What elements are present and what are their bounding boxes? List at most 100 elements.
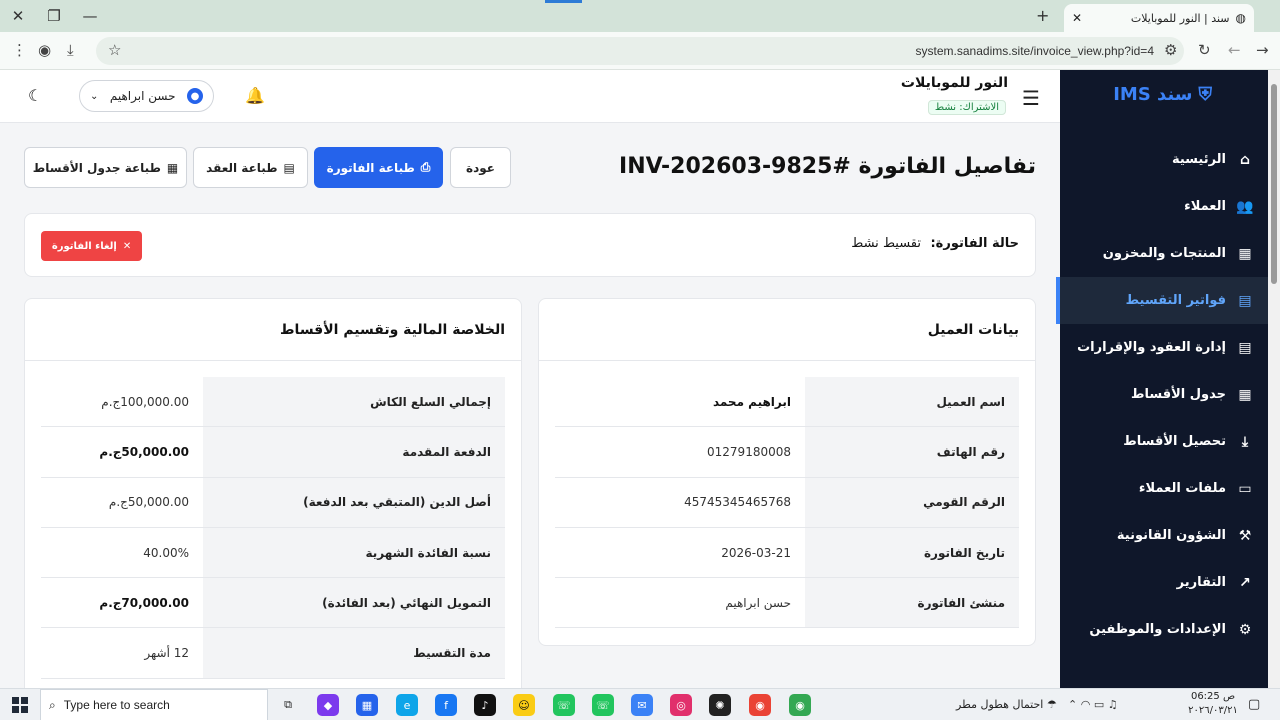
- table-row: مدة التقسيط 12 أشهر: [41, 628, 505, 679]
- chrome-profile-icon[interactable]: ◉: [789, 694, 811, 716]
- sidebar-item-schedule[interactable]: ▦ جدول الأقساط: [1060, 371, 1268, 418]
- download-icon[interactable]: ⤓: [67, 41, 74, 59]
- row-key: الدفعة المقدمة: [203, 427, 505, 477]
- sidebar-item-products[interactable]: ▦ المنتجات والمخزون: [1060, 230, 1268, 277]
- notification-center-icon[interactable]: ▢: [1248, 697, 1260, 712]
- messenger-icon[interactable]: ✉: [631, 694, 653, 716]
- summary-card-title: الخلاصة المالية وتقسيم الأقساط: [25, 299, 521, 361]
- sidebar-item-home[interactable]: ⌂ الرئيسية: [1060, 136, 1268, 183]
- print-invoice-label: طباعة الفاتورة: [326, 160, 415, 175]
- tab-close-icon[interactable]: ✕: [1072, 11, 1082, 25]
- profile-icon[interactable]: ◉: [38, 41, 51, 59]
- table-row: تاريخ الفاتورة 2026-03-21: [555, 527, 1019, 579]
- sidebar: ⛨ سند IMS ⌂ الرئيسية 👥 العملاء ▦ المنتجات و…: [1056, 70, 1268, 688]
- status-label: حالة الفاتورة:: [930, 236, 1019, 251]
- sidebar-item-legal[interactable]: ⚒ الشؤون القانونية: [1060, 512, 1268, 559]
- taskbar-clock[interactable]: 06:25 ص ٢٠٢٦/٠٣/٢١: [1188, 690, 1238, 718]
- table-row: رقم الهاتف 01279180008: [555, 427, 1019, 478]
- speaker-icon: ♫: [1107, 698, 1118, 711]
- table-row: إجمالي السلع الكاش 100,000.00ج.م: [41, 377, 505, 428]
- cancel-invoice-button[interactable]: ✕ إلغاء الفاتورة: [41, 231, 142, 261]
- row-value: 2026-03-21: [721, 545, 791, 560]
- clock-time: 06:25 ص: [1190, 691, 1236, 702]
- facebook-icon[interactable]: f: [435, 694, 457, 716]
- gavel-icon: ⚒: [1238, 527, 1252, 544]
- taskbar-search-input[interactable]: ⌕ Type here to search: [40, 689, 268, 720]
- print-schedule-button[interactable]: ▦ طباعة جدول الأقساط: [24, 147, 187, 188]
- page-scrollbar[interactable]: [1268, 70, 1280, 688]
- sidebar-item-label: التقارير: [1176, 575, 1226, 590]
- sidebar-item-contracts[interactable]: ▤ إدارة العقود والإقرارات: [1060, 324, 1268, 371]
- client-card-title: بيانات العميل: [539, 299, 1035, 361]
- table-row: منشئ الفاتورة حسن ابراهيم: [555, 578, 1019, 629]
- sidebar-item-customers[interactable]: 👥 العملاء: [1060, 183, 1268, 230]
- tiktok-icon[interactable]: ♪: [474, 694, 496, 716]
- table-row: نسبة الفائدة الشهرية 40.00%: [41, 527, 505, 579]
- forward-icon[interactable]: ←: [1228, 41, 1241, 59]
- site-settings-icon[interactable]: ⚙: [1164, 41, 1177, 59]
- snapchat-icon[interactable]: ☺: [513, 694, 535, 716]
- notification-bell-icon[interactable]: 🔔: [245, 86, 265, 105]
- weather-widget[interactable]: ☂ احتمال هطول مطر: [956, 698, 1057, 711]
- table-row: التمويل النهائي (بعد الفائدة) 70,000.00ج.…: [41, 578, 505, 629]
- user-menu[interactable]: ● حسن ابراهيم ⌄: [79, 80, 214, 112]
- back-icon[interactable]: →: [1256, 41, 1269, 59]
- store-icon[interactable]: ▦: [356, 694, 378, 716]
- print-contract-label: طباعة العقد: [206, 160, 278, 175]
- sidebar-item-collection[interactable]: ⤓ تحصيل الأقساط: [1060, 418, 1268, 465]
- edge-icon[interactable]: e: [396, 694, 418, 716]
- print-invoice-button[interactable]: ⎙ طباعة الفاتورة: [314, 147, 443, 188]
- chrome-icon[interactable]: ◉: [749, 694, 771, 716]
- sidebar-item-settings[interactable]: ⚙ الإعدادات والموظفين: [1060, 606, 1268, 653]
- dark-mode-moon-icon[interactable]: ☾: [28, 86, 42, 105]
- calendar-icon: ▦: [166, 160, 179, 175]
- sidebar-item-label: تحصيل الأقساط: [1123, 434, 1226, 449]
- sidebar-item-label: إدارة العقود والإقرارات: [1077, 340, 1226, 355]
- row-key: الرقم القومي: [805, 477, 1019, 527]
- sidebar-item-reports[interactable]: ↗ التقارير: [1060, 559, 1268, 606]
- new-tab-icon[interactable]: +: [1036, 6, 1049, 25]
- sidebar-item-invoices[interactable]: ▤ فواتير التقسيط: [1056, 277, 1268, 324]
- box-icon: ▦: [1238, 245, 1252, 262]
- task-view-icon[interactable]: ⧉: [277, 694, 299, 716]
- reload-icon[interactable]: ↻: [1198, 41, 1211, 59]
- copilot-icon[interactable]: ◆: [317, 694, 339, 716]
- weather-text: احتمال هطول مطر: [956, 698, 1044, 711]
- browser-tab[interactable]: ◍ سند | النور للموبايلات ✕: [1064, 4, 1254, 32]
- bookmark-star-icon[interactable]: ☆: [108, 41, 121, 59]
- scrollbar-thumb[interactable]: [1271, 84, 1277, 284]
- chatgpt-icon[interactable]: ✺: [709, 694, 731, 716]
- financial-summary-table: إجمالي السلع الكاش 100,000.00ج.م الدفعة ا…: [41, 377, 505, 679]
- row-key: اسم العميل: [805, 377, 1019, 427]
- sidebar-item-client-files[interactable]: ▭ ملفات العملاء: [1060, 465, 1268, 512]
- print-schedule-label: طباعة جدول الأقساط: [32, 160, 161, 175]
- back-button[interactable]: عودة: [450, 147, 511, 188]
- invoice-icon: ▤: [1238, 292, 1252, 309]
- sidebar-item-label: الرئيسية: [1171, 152, 1226, 167]
- print-contract-button[interactable]: ▤ طباعة العقد: [193, 147, 308, 188]
- whatsapp-business-icon[interactable]: ☏: [553, 694, 575, 716]
- windows-start-icon[interactable]: [12, 697, 28, 713]
- table-row: أصل الدين (المتبقي بعد الدفعة) 50,000.00ج…: [41, 477, 505, 528]
- minimize-window-icon[interactable]: —: [72, 0, 108, 32]
- row-key: نسبة الفائدة الشهرية: [203, 527, 505, 578]
- system-tray[interactable]: ⌃ ◠ ▭ ♫: [1068, 698, 1118, 711]
- instagram-icon[interactable]: ◎: [670, 694, 692, 716]
- row-value: 100,000.00ج.م: [101, 394, 189, 409]
- whatsapp-icon[interactable]: ☏: [592, 694, 614, 716]
- windows-taskbar: ⌕ Type here to search ⧉ ◆ ▦ e f ♪ ☺ ☏ ☏ …: [0, 688, 1280, 720]
- sidebar-item-label: العملاء: [1184, 199, 1226, 214]
- table-row: اسم العميل ابراهيم محمد: [555, 377, 1019, 428]
- row-value: 01279180008: [707, 444, 791, 459]
- wifi-icon: ◠: [1080, 698, 1091, 711]
- close-window-icon[interactable]: ✕: [0, 0, 36, 32]
- user-name: حسن ابراهيم: [109, 89, 176, 103]
- hamburger-menu-icon[interactable]: ☰: [1022, 86, 1040, 110]
- users-icon: 👥: [1236, 198, 1254, 215]
- menu-dots-icon[interactable]: ⋮: [12, 41, 27, 59]
- chevron-down-icon: ⌄: [90, 90, 99, 102]
- row-key: أصل الدين (المتبقي بعد الدفعة): [203, 477, 505, 527]
- restore-window-icon[interactable]: ❐: [36, 0, 72, 32]
- search-icon: ⌕: [49, 697, 56, 712]
- file-icon: ▤: [283, 160, 295, 175]
